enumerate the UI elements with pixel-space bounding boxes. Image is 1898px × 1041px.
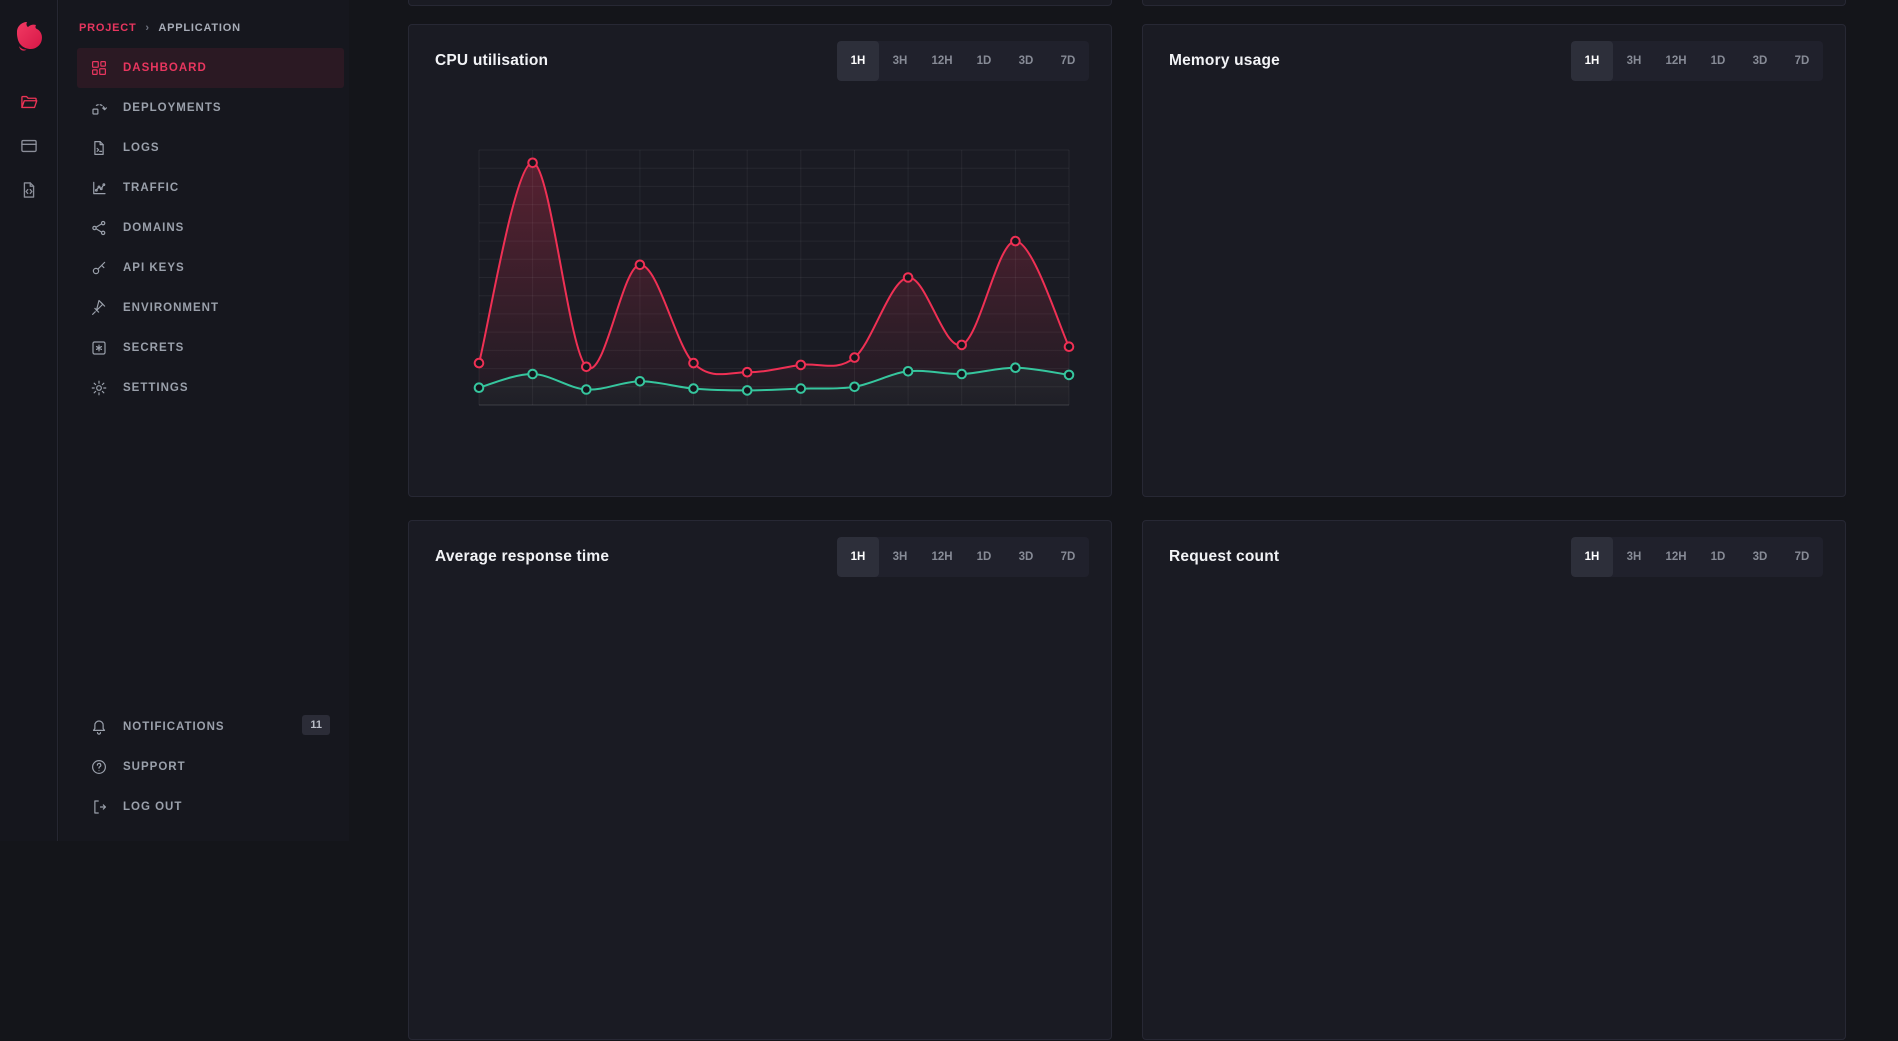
nestjs-logo[interactable] (9, 18, 49, 58)
data-point (1065, 342, 1074, 351)
sidebar-item-label: TRAFFIC (123, 182, 179, 194)
data-point (582, 385, 591, 394)
sidebar-item-label: LOGS (123, 142, 160, 154)
data-point (1011, 237, 1020, 246)
sidebar-item-traffic[interactable]: TRAFFIC (77, 168, 344, 208)
folder-icon[interactable] (0, 80, 58, 124)
sidebar: PROJECT › APPLICATION DASHBOARD DEPLOYMEN… (59, 0, 349, 841)
sidebar-item-deployments[interactable]: DEPLOYMENTS (77, 88, 344, 128)
data-point (636, 261, 645, 270)
breadcrumb-project[interactable]: PROJECT (79, 22, 137, 34)
cpu-utilisation-card: CPU utilisation 1H3H12H1D3D7D (408, 24, 1112, 497)
notifications-count-badge: 11 (302, 715, 330, 735)
data-point (528, 370, 537, 379)
sidebar-item-label: SETTINGS (123, 382, 189, 394)
dashboard-main: CPU utilisation 1H3H12H1D3D7D Memory usa… (349, 0, 1898, 841)
data-point (689, 359, 698, 368)
sidebar-item-label: LOG OUT (123, 801, 182, 813)
data-point (1011, 363, 1020, 372)
billing-card-icon[interactable] (0, 124, 58, 168)
sidebar-item-secrets[interactable]: SECRETS (77, 328, 344, 368)
request-count-chart[interactable] (1143, 521, 1847, 1041)
sidebar-item-label: SUPPORT (123, 761, 186, 773)
logs-icon (90, 139, 108, 157)
data-point (797, 361, 806, 370)
breadcrumb: PROJECT › APPLICATION (59, 0, 349, 48)
help-icon (90, 758, 108, 776)
average-response-time-card: Average response time 1H3H12H1D3D7D (408, 520, 1112, 1040)
sidebar-item-domains[interactable]: DOMAINS (77, 208, 344, 248)
deployments-icon (90, 99, 108, 117)
data-point (743, 386, 752, 395)
secrets-icon (90, 339, 108, 357)
data-point (850, 383, 859, 392)
breadcrumb-separator: › (145, 22, 149, 34)
data-point (475, 359, 484, 368)
cpu-chart[interactable] (409, 25, 1113, 498)
sidebar-item-environment[interactable]: ENVIRONMENT (77, 288, 344, 328)
previous-card-bottom-edge (408, 0, 1112, 6)
dashboard-icon (90, 59, 108, 77)
request-count-card: Request count 1H3H12H1D3D7D (1142, 520, 1846, 1040)
memory-usage-card: Memory usage 1H3H12H1D3D7D (1142, 24, 1846, 497)
sidebar-item-label: DOMAINS (123, 222, 184, 234)
domains-icon (90, 219, 108, 237)
settings-icon (90, 379, 108, 397)
memory-chart[interactable] (1143, 25, 1847, 498)
sidebar-item-label: DEPLOYMENTS (123, 102, 222, 114)
logout-icon (90, 798, 108, 816)
breadcrumb-application[interactable]: APPLICATION (158, 22, 241, 34)
response-time-chart[interactable] (409, 521, 1113, 1041)
data-point (743, 368, 752, 377)
sidebar-item-label: NOTIFICATIONS (123, 721, 225, 733)
key-icon (90, 259, 108, 277)
icon-rail (0, 0, 58, 841)
previous-card-bottom-edge (1142, 0, 1846, 6)
sidebar-item-settings[interactable]: SETTINGS (77, 368, 344, 408)
sidebar-item-dashboard[interactable]: DASHBOARD (77, 48, 344, 88)
file-code-icon[interactable] (0, 168, 58, 212)
sidebar-item-label: API KEYS (123, 262, 185, 274)
data-point (1065, 371, 1074, 380)
sidebar-item-api-keys[interactable]: API KEYS (77, 248, 344, 288)
data-point (904, 367, 913, 376)
data-point (582, 363, 591, 372)
data-point (797, 384, 806, 393)
bell-icon (90, 718, 108, 736)
data-point (636, 377, 645, 386)
sidebar-item-logs[interactable]: LOGS (77, 128, 344, 168)
data-point (904, 273, 913, 282)
sidebar-item-support[interactable]: SUPPORT (77, 747, 344, 787)
data-point (957, 370, 966, 379)
sidebar-footer-nav: NOTIFICATIONS 11 SUPPORT LOG OUT (59, 707, 349, 827)
data-point (689, 384, 698, 393)
data-point (957, 341, 966, 350)
sidebar-item-label: SECRETS (123, 342, 184, 354)
environment-icon (90, 299, 108, 317)
sidebar-item-label: DASHBOARD (123, 62, 207, 74)
data-point (528, 159, 537, 168)
data-point (475, 383, 484, 392)
sidebar-item-notifications[interactable]: NOTIFICATIONS 11 (77, 707, 344, 747)
traffic-icon (90, 179, 108, 197)
sidebar-nav: DASHBOARD DEPLOYMENTS LOGS TRAFFIC DOMAINS AP… (59, 48, 349, 408)
sidebar-item-label: ENVIRONMENT (123, 302, 219, 314)
data-point (850, 353, 859, 362)
sidebar-item-log-out[interactable]: LOG OUT (77, 787, 344, 827)
